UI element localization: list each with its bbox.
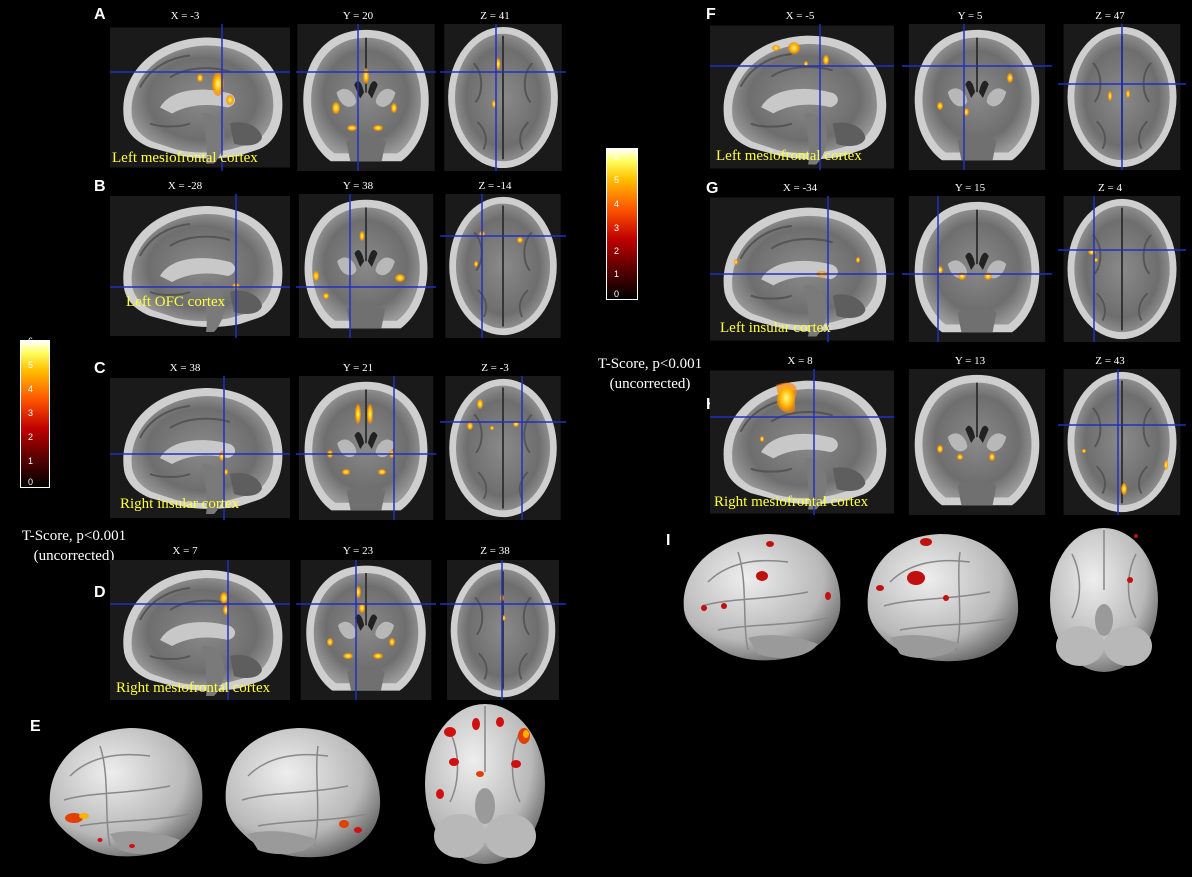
region-label-d: Right mesiofrontal cortex (116, 680, 271, 696)
colorbar-left-tick: 3 (28, 408, 34, 418)
colorbar-right (606, 148, 638, 300)
axial-slice-f (1058, 24, 1186, 170)
sagittal-slice-a (110, 24, 290, 171)
coord-x-a: X = -3 (170, 10, 200, 22)
sagittal-slice-d (110, 560, 290, 700)
sagittal-slice-b (110, 194, 290, 338)
axial-slice-a (440, 24, 566, 171)
coord-z-a: Z = 41 (480, 10, 510, 22)
surface-render-i-left (678, 526, 848, 668)
panel-label-d: D (94, 584, 106, 601)
coronal-slice-f (902, 24, 1052, 170)
panel-label-f: F (706, 6, 716, 23)
coord-y-d: Y = 23 (342, 545, 374, 557)
colorbar-left-tick: 1 (28, 456, 34, 466)
coord-y-f: Y = 5 (957, 10, 983, 22)
colorbar-right-tick: 3 (614, 223, 620, 233)
coord-x-h: X = 8 (787, 355, 813, 367)
coord-x-g: X = -34 (782, 182, 818, 194)
coronal-slice-h (902, 369, 1052, 515)
region-label-g: Left insular cortex (720, 320, 831, 336)
surface-render-i-inferior (1044, 526, 1164, 678)
axial-slice-g (1058, 196, 1186, 342)
region-label-a: Left mesiofrontal cortex (112, 150, 258, 166)
coronal-slice-g (902, 196, 1052, 342)
coord-x-f: X = -5 (785, 10, 815, 22)
axial-slice-b (440, 194, 566, 338)
panel-label-b: B (94, 178, 106, 195)
coord-z-h: Z = 43 (1095, 355, 1125, 367)
colorbar-left-tick: 0 (28, 477, 34, 487)
coord-x-b: X = -28 (167, 180, 203, 192)
surface-render-e-left (40, 716, 210, 866)
colorbar-left-tick: 5 (28, 360, 34, 370)
colorbar-right-tick: 6 (614, 152, 620, 162)
colorbar-left-tick: 4 (28, 384, 34, 394)
coronal-slice-d (296, 560, 436, 700)
panel-label-a: A (94, 6, 106, 23)
surface-render-e-inferior (420, 702, 550, 872)
coord-y-g: Y = 15 (954, 182, 986, 194)
axial-slice-d (440, 560, 566, 700)
coord-z-d: Z = 38 (480, 545, 510, 557)
axial-slice-c (440, 376, 566, 520)
coord-z-g: Z = 4 (1098, 182, 1122, 194)
coronal-slice-a (296, 24, 436, 171)
coronal-slice-b (296, 194, 436, 338)
colorbar-right-tick: 4 (614, 199, 620, 209)
coronal-slice-c (296, 376, 436, 520)
panel-label-c: C (94, 360, 106, 377)
region-label-f: Left mesiofrontal cortex (716, 148, 862, 164)
colorbar-right-tick: 0 (614, 289, 620, 299)
tscore-note: (uncorrected) (609, 376, 691, 392)
coord-z-b: Z = -14 (478, 180, 512, 192)
coord-y-h: Y = 13 (954, 355, 986, 367)
region-label-h: Right mesiofrontal cortex (714, 494, 869, 510)
coord-z-f: Z = 47 (1095, 10, 1125, 22)
region-label-b: Left OFC cortex (126, 294, 226, 310)
surface-render-i-right (860, 526, 1022, 668)
tscore-title: T-Score, p<0.001 (21, 528, 127, 544)
colorbar-left (20, 340, 50, 488)
coord-x-d: X = 7 (172, 545, 198, 557)
coord-y-c: Y = 21 (342, 362, 374, 374)
coord-z-c: Z = -3 (481, 362, 509, 374)
region-label-c: Right insular cortex (120, 496, 240, 512)
colorbar-right-tick: 5 (614, 175, 620, 185)
colorbar-right-tick: 2 (614, 246, 620, 256)
tscore-title: T-Score, p<0.001 (597, 356, 703, 372)
panel-label-i: I (666, 532, 671, 549)
coord-y-a: Y = 20 (342, 10, 374, 22)
coord-y-b: Y = 38 (342, 180, 374, 192)
tscore-label-right: T-Score, p<0.001 (uncorrected) (580, 354, 720, 394)
coord-x-c: X = 38 (169, 362, 201, 374)
colorbar-left-tick: 2 (28, 432, 34, 442)
axial-slice-h (1058, 369, 1186, 515)
colorbar-right-tick: 1 (614, 269, 620, 279)
surface-render-e-right (218, 716, 388, 866)
colorbar-left-tick: 6 (28, 336, 34, 346)
